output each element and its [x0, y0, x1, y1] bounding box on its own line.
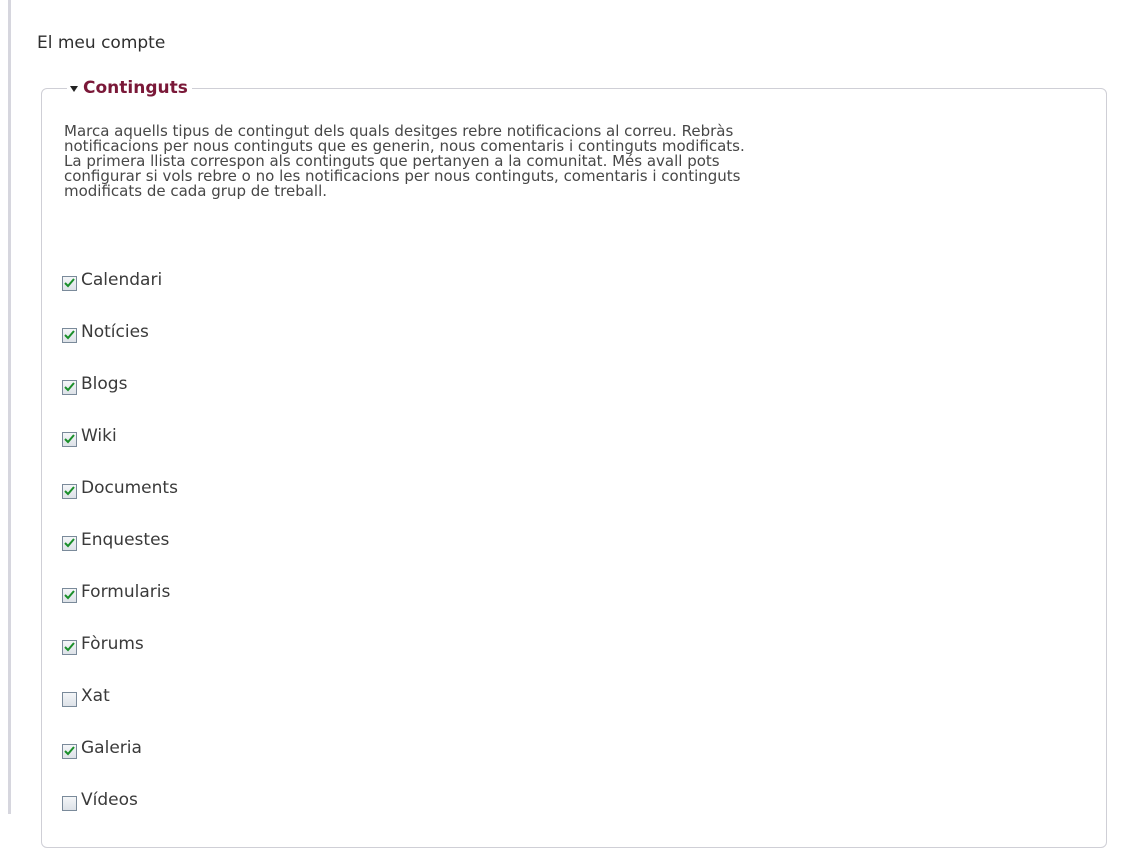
checkbox[interactable] [62, 639, 77, 655]
check-mark-icon [64, 278, 75, 288]
checkbox[interactable] [62, 483, 77, 499]
check-mark-icon [64, 538, 75, 548]
checkbox[interactable] [62, 795, 77, 811]
check-mark-icon [64, 382, 75, 392]
option-xat[interactable]: Xat [62, 670, 178, 722]
caret-down-icon [70, 85, 78, 92]
checkbox[interactable] [62, 431, 77, 447]
contents-fieldset [41, 88, 1107, 848]
option-label: Formularis [81, 582, 171, 602]
option-label: Xat [81, 686, 110, 706]
check-mark-icon [64, 642, 75, 652]
option-galeria[interactable]: Galeria [62, 722, 178, 774]
checkbox[interactable] [62, 275, 77, 291]
fieldset-description: Marca aquells tipus de contingut dels qu… [64, 124, 1064, 199]
checkbox[interactable] [62, 587, 77, 603]
option-label: Vídeos [81, 790, 138, 810]
option-label: Galeria [81, 738, 142, 758]
option-documents[interactable]: Documents [62, 462, 178, 514]
page-title: El meu compte [37, 33, 166, 53]
check-mark-icon [64, 330, 75, 340]
option-formularis[interactable]: Formularis [62, 566, 178, 618]
option-forums[interactable]: Fòrums [62, 618, 178, 670]
checkbox[interactable] [62, 691, 77, 707]
description-line: modificats de cada grup de treball. [64, 182, 328, 200]
check-mark-icon [64, 746, 75, 756]
check-mark-icon [64, 434, 75, 444]
fieldset-legend-toggle[interactable]: Continguts [67, 76, 192, 100]
checkbox[interactable] [62, 379, 77, 395]
fieldset-legend-label: Continguts [83, 78, 188, 98]
option-wiki[interactable]: Wiki [62, 410, 178, 462]
checkbox[interactable] [62, 327, 77, 343]
option-label: Wiki [81, 426, 117, 446]
checkbox[interactable] [62, 535, 77, 551]
left-border-rule [8, 0, 11, 814]
checkbox[interactable] [62, 743, 77, 759]
option-calendari[interactable]: Calendari [62, 254, 178, 306]
option-enquestes[interactable]: Enquestes [62, 514, 178, 566]
option-label: Calendari [81, 270, 163, 290]
option-noticies[interactable]: Notícies [62, 306, 178, 358]
check-mark-icon [64, 486, 75, 496]
option-label: Blogs [81, 374, 128, 394]
check-mark-icon [64, 590, 75, 600]
option-label: Notícies [81, 322, 149, 342]
option-label: Documents [81, 478, 178, 498]
option-blogs[interactable]: Blogs [62, 358, 178, 410]
option-label: Enquestes [81, 530, 170, 550]
option-label: Fòrums [81, 634, 144, 654]
content-type-options: Calendari Notícies Blogs Wiki Documents … [62, 254, 178, 826]
option-videos[interactable]: Vídeos [62, 774, 178, 826]
